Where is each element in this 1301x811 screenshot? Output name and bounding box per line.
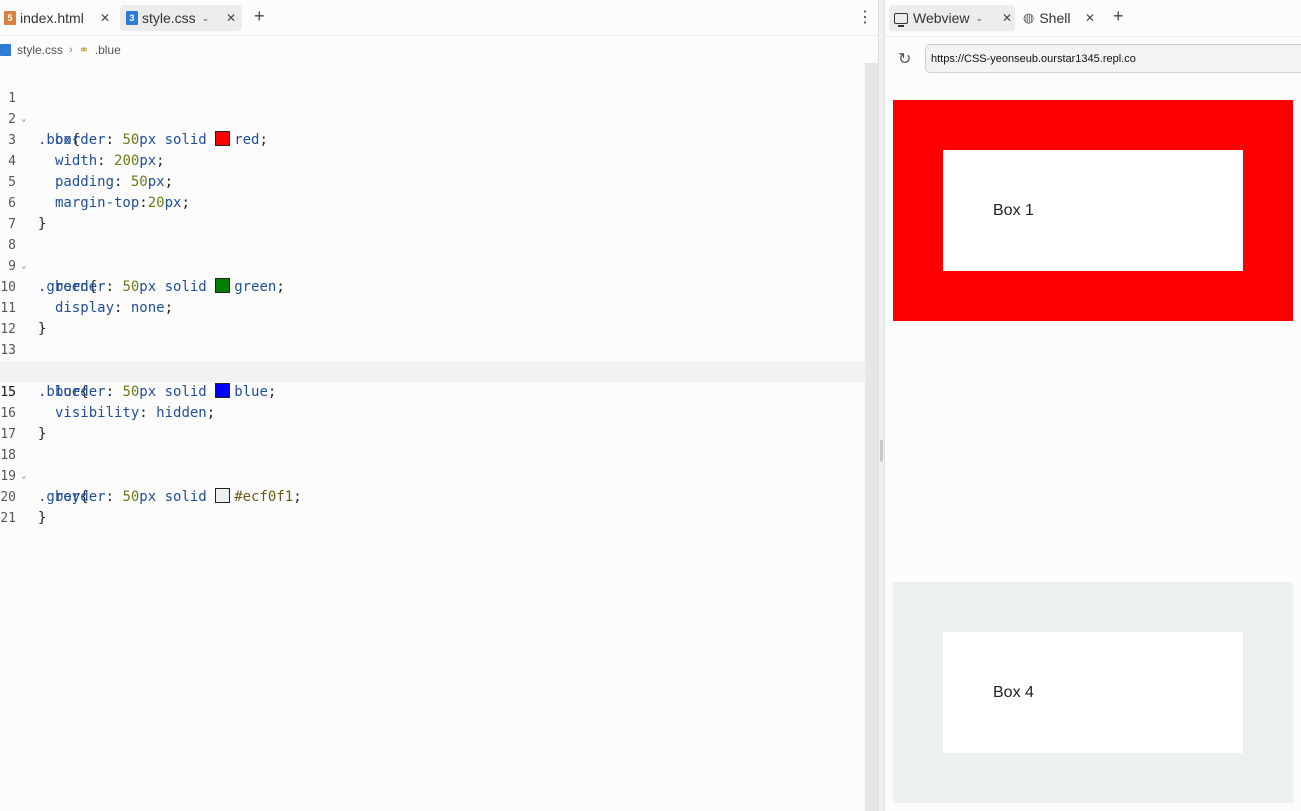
editor-tabbar: 5 index.html ✕ 3 style.css ⌄ ✕ + ⋮ xyxy=(0,0,878,36)
editor-pane: 5 index.html ✕ 3 style.css ⌄ ✕ + ⋮ style… xyxy=(0,0,878,811)
close-icon[interactable]: ✕ xyxy=(226,11,236,25)
code-line: 19 border: 50px solid #ecf0f1; xyxy=(0,445,865,505)
code-line: 17 xyxy=(0,403,865,442)
code-line: 20 } xyxy=(0,466,865,526)
code-line: 5 margin-top:20px; xyxy=(0,151,865,211)
webview-tabbar: Webview ⌄ ✕ ◍ Shell ✕ + xyxy=(885,0,1301,36)
tab-label: index.html xyxy=(20,10,84,26)
webview-page: Box 1 Box 4 xyxy=(885,80,1301,811)
breadcrumb-file[interactable]: style.css xyxy=(17,43,63,57)
html-file-icon: 5 xyxy=(4,11,16,25)
new-tab-icon[interactable]: + xyxy=(254,6,265,27)
chevron-down-icon[interactable]: ⌄ xyxy=(202,13,210,24)
box-label: Box 4 xyxy=(993,684,1034,701)
shell-icon: ◍ xyxy=(1023,10,1035,25)
breadcrumb: style.css › ⚭ .blue xyxy=(0,38,121,62)
tab-shell[interactable]: ◍ Shell ✕ xyxy=(1023,5,1099,31)
breadcrumb-symbol[interactable]: .blue xyxy=(95,43,121,57)
code-line: 11 } xyxy=(0,277,865,337)
code-line: 3 width: 200px; xyxy=(0,109,865,169)
code-editor[interactable]: 1 ⌄ .box{ 2 border: 50px solid red; 3 wi… xyxy=(0,67,865,526)
url-input[interactable] xyxy=(925,44,1301,73)
chevron-right-icon: › xyxy=(69,44,73,56)
box-label: Box 1 xyxy=(993,202,1034,219)
close-icon[interactable]: ✕ xyxy=(1085,11,1095,25)
reload-icon[interactable]: ↻ xyxy=(898,49,911,69)
close-icon[interactable]: ✕ xyxy=(100,11,110,25)
code-line: 1 ⌄ .box{ xyxy=(0,67,865,148)
resize-handle[interactable] xyxy=(880,440,883,462)
code-line: 18 ⌄ .grey{ xyxy=(0,424,865,505)
code-line: 8 ⌄ .green{ xyxy=(0,214,865,295)
code-line: 16 } xyxy=(0,382,865,442)
editor-scrollbar[interactable] xyxy=(865,63,878,811)
tab-style-css[interactable]: 3 style.css ⌄ ✕ xyxy=(120,5,242,31)
webview-pane: Webview ⌄ ✕ ◍ Shell ✕ + ↻ Box 1 Box 4 xyxy=(885,0,1301,811)
code-line: 14 border: 50px solid blue; xyxy=(0,340,865,400)
code-line-current: 15 visibility: hidden; xyxy=(0,361,865,421)
chevron-down-icon[interactable]: ⌄ xyxy=(976,13,984,24)
code-line: 6 } xyxy=(0,172,865,232)
box-content: Box 4 xyxy=(943,632,1243,753)
close-icon[interactable]: ✕ xyxy=(1002,11,1012,25)
tab-webview[interactable]: Webview ⌄ ✕ xyxy=(889,5,1015,31)
box-1: Box 1 xyxy=(893,100,1293,321)
code-line: 10 display: none; xyxy=(0,256,865,316)
css-file-icon xyxy=(0,44,11,56)
code-line: 2 border: 50px solid red; xyxy=(0,88,865,148)
code-line: 13 ⌄ .blue{ xyxy=(0,319,865,400)
url-bar: ↻ xyxy=(885,36,1301,80)
symbol-icon: ⚭ xyxy=(78,43,89,57)
pane-divider[interactable] xyxy=(878,0,885,811)
tab-index-html[interactable]: 5 index.html ✕ xyxy=(4,5,116,31)
new-tab-icon[interactable]: + xyxy=(1113,6,1124,27)
box-content: Box 1 xyxy=(943,150,1243,271)
code-line: 4 padding: 50px; xyxy=(0,130,865,190)
line-number: 21 xyxy=(0,511,16,526)
code-line: 7 xyxy=(0,193,865,232)
monitor-icon xyxy=(894,12,908,27)
code-line: 12 xyxy=(0,298,865,337)
tab-label: Webview xyxy=(913,10,970,26)
css-file-icon: 3 xyxy=(126,11,138,25)
code-line: 9 border: 50px solid green; xyxy=(0,235,865,295)
tab-label: style.css xyxy=(142,10,196,26)
code-line: 21 xyxy=(0,487,865,526)
more-options-icon[interactable]: ⋮ xyxy=(857,8,873,28)
box-4: Box 4 xyxy=(893,582,1293,803)
tab-label: Shell xyxy=(1039,10,1071,26)
